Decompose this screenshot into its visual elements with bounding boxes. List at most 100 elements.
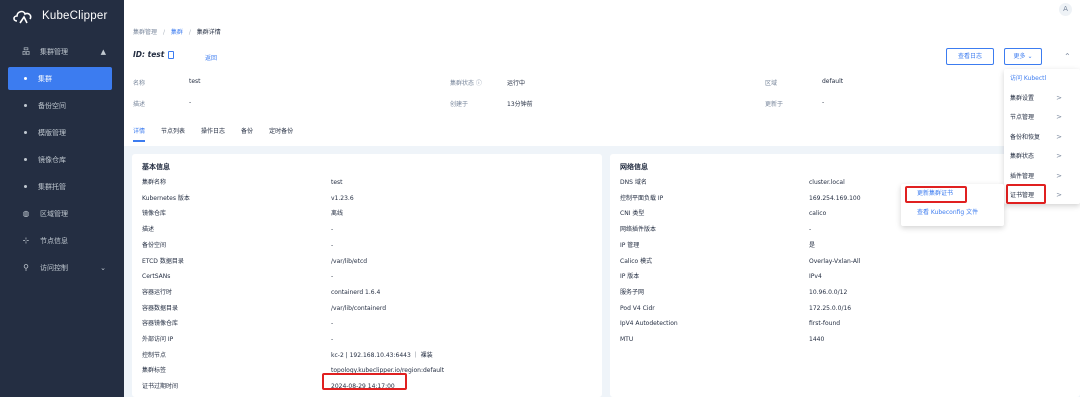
info-key: Kubernetes 版本 bbox=[142, 194, 190, 202]
info-key: 容器运行时 bbox=[142, 288, 173, 296]
top-bar: A bbox=[124, 0, 1080, 18]
status-label: 集群状态 ⓘ bbox=[450, 80, 482, 87]
app-logo[interactable]: KubeClipper bbox=[0, 0, 124, 32]
tab-logs[interactable]: 操作日志 bbox=[201, 126, 225, 142]
info-value: IPv4 bbox=[809, 273, 822, 281]
app-name: KubeClipper bbox=[42, 10, 108, 22]
info-key: ETCD 数据目录 bbox=[142, 257, 184, 265]
info-row: Calico 模式 Overlay-Vxlan-All bbox=[620, 255, 1070, 269]
sidebar-item-access-control[interactable]: ⚲ 访问控制 ⌄ bbox=[0, 254, 124, 281]
sidebar-item-label: 集群 bbox=[38, 74, 52, 83]
sidebar-item-label: 访问控制 bbox=[40, 263, 68, 272]
updated-value: - bbox=[822, 99, 825, 106]
chevron-up-icon: ▲ bbox=[100, 47, 106, 56]
tab-bar: 详情 节点列表 操作日志 备份 定时备份 bbox=[133, 126, 309, 142]
info-row: IP 管理 是 bbox=[620, 239, 1070, 253]
menu-item-cluster-status[interactable]: 集群状态 > bbox=[1004, 147, 1080, 167]
sidebar-item-registry[interactable]: 镜像仓库 bbox=[0, 146, 124, 173]
tab-nodes[interactable]: 节点列表 bbox=[161, 126, 185, 142]
info-key: CNI 类型 bbox=[620, 210, 645, 218]
info-key: 网络插件版本 bbox=[620, 226, 657, 234]
chevron-up-icon[interactable]: ⌃ bbox=[1064, 52, 1071, 61]
menu-item-view-kubeconfig[interactable]: 查看 Kubeconfig 文件 bbox=[901, 203, 1004, 222]
breadcrumb-separator: / bbox=[162, 29, 165, 36]
chevron-right-icon: > bbox=[1056, 191, 1062, 199]
info-key: MTU bbox=[620, 336, 634, 343]
sidebar-item-label: 集群托管 bbox=[38, 182, 66, 191]
info-key: 控制平面负载 IP bbox=[620, 194, 664, 202]
page-title: ID: test bbox=[133, 50, 175, 59]
info-row: Kubernetes 版本 v1.23.6 bbox=[142, 192, 592, 206]
info-row: 容器运行时 containerd 1.6.4 bbox=[142, 286, 592, 300]
desc-label: 描述 bbox=[133, 101, 146, 108]
name-value: test bbox=[189, 78, 201, 85]
bullet-icon bbox=[24, 104, 27, 107]
avatar[interactable]: A bbox=[1059, 3, 1072, 16]
info-value: - bbox=[331, 336, 334, 343]
breadcrumb: 集群管理 / 集群 / 集群详情 bbox=[133, 27, 221, 36]
info-row: Pod V4 Cidr 172.25.0.0/16 bbox=[620, 302, 1070, 316]
back-link[interactable]: 返回 bbox=[205, 53, 217, 62]
info-key: 容器镜像仓库 bbox=[142, 320, 179, 328]
menu-item-label: 节点管理 bbox=[1010, 114, 1035, 121]
sidebar-group-cluster-management[interactable]: 品 集群管理 ▲ bbox=[0, 38, 124, 65]
info-row: 控制节点 kc-2 | 192.168.10.43:6443 ｜ 裸装 bbox=[142, 349, 592, 363]
tab-backup[interactable]: 备份 bbox=[241, 126, 253, 142]
globe-icon: ◍ bbox=[22, 209, 30, 218]
bullet-icon bbox=[24, 185, 27, 188]
sidebar-item-region[interactable]: ◍ 区域管理 bbox=[0, 200, 124, 227]
basic-info-card: 基本信息 集群名称 test Kubernetes 版本 v1.23.6 镜像仓库 离线描… bbox=[132, 154, 602, 397]
chevron-right-icon: > bbox=[1056, 113, 1062, 121]
node-icon: ⊹ bbox=[22, 236, 30, 245]
info-row: MTU 1440 bbox=[620, 333, 1070, 347]
copy-icon[interactable] bbox=[168, 50, 175, 59]
info-key: IP 版本 bbox=[620, 273, 640, 281]
sidebar-item-template[interactable]: 模版管理 bbox=[0, 119, 124, 146]
sidebar-item-label: 区域管理 bbox=[40, 209, 68, 218]
chevron-right-icon: > bbox=[1056, 93, 1062, 102]
info-value: /var/lib/etcd bbox=[331, 257, 368, 265]
info-key: 集群标签 bbox=[142, 367, 167, 375]
menu-item-backup-restore[interactable]: 备份和恢复 > bbox=[1004, 128, 1080, 148]
sidebar-item-nodes[interactable]: ⊹ 节点信息 bbox=[0, 227, 124, 254]
sidebar-item-cluster[interactable]: 集群 bbox=[8, 67, 112, 90]
menu-item-cluster-settings[interactable]: 集群设置 > bbox=[1004, 89, 1080, 109]
info-value: kc-2 | 192.168.10.43:6443 ｜ 裸装 bbox=[331, 351, 433, 359]
bullet-icon bbox=[24, 77, 27, 80]
desc-value: - bbox=[189, 99, 192, 106]
info-value: - bbox=[331, 320, 334, 328]
cluster-icon: 品 bbox=[22, 47, 30, 56]
created-label: 创建于 bbox=[450, 101, 469, 108]
menu-item-label: 备份和恢复 bbox=[1010, 133, 1041, 141]
highlight-cert-management bbox=[1006, 184, 1046, 204]
view-logs-button[interactable]: 查看日志 bbox=[946, 48, 994, 65]
updated-label: 更新于 bbox=[765, 101, 784, 108]
tab-details[interactable]: 详情 bbox=[133, 126, 146, 142]
info-value: calico bbox=[809, 210, 827, 218]
bullet-icon bbox=[24, 158, 27, 161]
sidebar-item-backup-space[interactable]: 备份空间 bbox=[0, 92, 124, 119]
chevron-right-icon: > bbox=[1056, 132, 1062, 141]
cluster-id: ID: test bbox=[133, 50, 165, 59]
info-key: 证书过期时间 bbox=[142, 383, 179, 391]
info-value: first-found bbox=[809, 320, 841, 328]
menu-item-node-management[interactable]: 节点管理 > bbox=[1004, 108, 1080, 128]
sidebar-group-label: 集群管理 bbox=[40, 47, 68, 56]
info-key: 描述 bbox=[142, 226, 155, 234]
sidebar-item-label: 备份空间 bbox=[38, 101, 66, 110]
info-value: - bbox=[331, 273, 334, 281]
more-button[interactable]: 更多 ⌄ bbox=[1004, 48, 1042, 65]
created-value: 13分钟前 bbox=[507, 101, 533, 108]
tab-scheduled-backup[interactable]: 定时备份 bbox=[269, 126, 293, 142]
breadcrumb-cluster[interactable]: 集群 bbox=[171, 29, 183, 36]
kubeclipper-logo-icon bbox=[13, 10, 32, 24]
info-key: 集群名称 bbox=[142, 179, 167, 186]
info-key: IpV4 Autodetection bbox=[620, 320, 678, 328]
breadcrumb-root[interactable]: 集群管理 bbox=[133, 29, 157, 36]
info-value: - bbox=[809, 226, 812, 234]
info-value: 离线 bbox=[331, 210, 344, 218]
menu-item-kubectl[interactable]: 访问 Kubectl bbox=[1004, 69, 1080, 89]
sidebar-item-label: 镜像仓库 bbox=[38, 155, 66, 164]
sidebar-item-hosting[interactable]: 集群托管 bbox=[0, 173, 124, 200]
breadcrumb-separator: / bbox=[188, 29, 191, 36]
